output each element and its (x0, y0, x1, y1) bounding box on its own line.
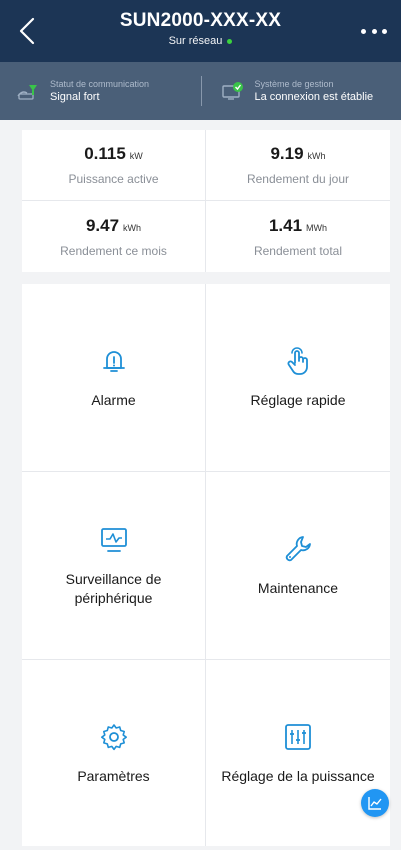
metric-unit: MWh (306, 222, 328, 233)
communication-label: Statut de communication (50, 78, 150, 89)
wrench-icon (285, 536, 311, 562)
management-status[interactable]: Système de gestion La connexion est étab… (200, 62, 401, 120)
metric-value: 9.47 kWh (86, 216, 141, 236)
communication-value: Signal fort (50, 90, 100, 103)
metric-monthly-yield[interactable]: 9.47 kWh Rendement ce mois (22, 201, 206, 272)
metric-label: Rendement du jour (246, 172, 350, 186)
connection-status-text: Sur réseau (168, 35, 223, 47)
tile-label: Réglage de la puissance (221, 767, 375, 784)
tile-label: Surveillance de périphérique (65, 571, 162, 606)
management-label: Système de gestion (254, 78, 334, 89)
metric-daily-yield[interactable]: 9.19 kWh Rendement du jour (206, 130, 390, 201)
more-dot-icon (361, 28, 366, 34)
tile-label: Alarme (91, 392, 136, 409)
more-dot-icon (371, 28, 377, 34)
metric-label: Rendement total (253, 243, 343, 258)
tile-parameters[interactable]: Paramètres (22, 660, 206, 846)
status-strip: Statut de communication Signal fort Syst… (0, 62, 401, 120)
management-value: La connexion est établie (254, 90, 374, 103)
trend-chart-button[interactable] (361, 789, 389, 817)
metric-label: Puissance active (68, 172, 159, 186)
bell-alert-icon (102, 351, 125, 373)
tile-quick-settings[interactable]: Réglage rapide (206, 284, 390, 472)
metric-number: 0.115 (84, 144, 126, 163)
tile-label: Paramètres (77, 767, 150, 784)
tile-alarm[interactable]: Alarme (22, 284, 206, 472)
monitor-check-icon (221, 82, 243, 100)
metric-value: 0.115 kW (84, 144, 143, 164)
tile-label: Maintenance (257, 580, 339, 597)
trend-chart-icon (368, 797, 382, 810)
metric-number: 9.47 (85, 215, 120, 235)
metric-number: 1.41 (268, 215, 303, 235)
tile-power-adjustment[interactable]: Réglage de la puissance (206, 660, 390, 846)
title-block: SUN2000-XXX-XX Sur réseau (0, 10, 401, 47)
metric-value: 9.19 kWh (270, 144, 325, 164)
page-title: SUN2000-XXX-XX (119, 10, 282, 31)
monitor-chart-icon (100, 528, 127, 553)
metric-value: 1.41 MWh (269, 216, 327, 236)
tile-maintenance[interactable]: Maintenance (206, 472, 390, 660)
metric-unit: kW (129, 151, 143, 161)
status-dot-icon (227, 38, 233, 44)
metric-label: Rendement ce mois (60, 243, 167, 258)
metric-unit: kWh (123, 222, 142, 233)
metric-total-yield[interactable]: 1.41 MWh Rendement total (206, 201, 390, 272)
communication-status[interactable]: Statut de communication Signal fort (0, 62, 201, 120)
metric-unit: kWh (307, 151, 326, 161)
hand-pointer-icon (287, 347, 308, 376)
function-grid: Alarme Réglage rapide Surveillance de pé… (22, 284, 390, 846)
gear-icon (100, 724, 127, 751)
sliders-icon (285, 724, 311, 750)
more-options-button[interactable] (361, 24, 387, 38)
tile-label: Réglage rapide (250, 392, 346, 409)
more-dot-icon (382, 28, 387, 34)
metric-number: 9.19 (270, 144, 304, 163)
signal-icon (17, 85, 37, 100)
app-header: SUN2000-XXX-XX Sur réseau (0, 0, 401, 62)
connection-status: Sur réseau (0, 35, 401, 47)
metric-active-power[interactable]: 0.115 kW Puissance active (22, 130, 206, 201)
tile-device-monitoring[interactable]: Surveillance de périphérique (22, 472, 206, 660)
metrics-card: 0.115 kW Puissance active 9.19 kWh Rendeme… (22, 130, 390, 272)
